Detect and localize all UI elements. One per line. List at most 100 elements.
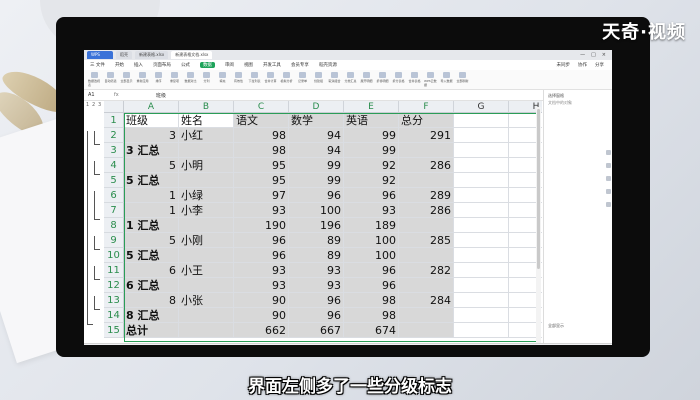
table-cell[interactable]	[399, 173, 454, 188]
row-header[interactable]: 5	[104, 173, 124, 188]
name-box[interactable]: A1	[84, 92, 114, 98]
column-header[interactable]: E	[344, 101, 399, 113]
table-cell[interactable]: 总计	[124, 323, 179, 338]
table-cell[interactable]: 96	[289, 308, 344, 323]
toolbar-button[interactable]: 全部刷新	[456, 72, 469, 83]
row-header[interactable]: 6	[104, 188, 124, 203]
menu-item[interactable]: 页面布局	[153, 62, 171, 68]
column-header[interactable]: C	[234, 101, 289, 113]
table-cell[interactable]: 5 汇总	[124, 248, 179, 263]
toolbar-button[interactable]: 下拉列表	[248, 72, 261, 83]
table-cell[interactable]: 99	[344, 143, 399, 158]
select-icon[interactable]	[606, 176, 611, 181]
formula-input[interactable]: 班级	[154, 92, 166, 99]
menu-item[interactable]: 开始	[115, 62, 124, 68]
table-cell[interactable]	[454, 218, 509, 233]
table-cell[interactable]: 小李	[179, 203, 234, 218]
toolbar-button[interactable]: 导入数据	[440, 72, 453, 83]
table-cell[interactable]: 99	[289, 173, 344, 188]
table-cell[interactable]	[179, 323, 234, 338]
menu-item[interactable]: 开发工具	[263, 62, 281, 68]
table-cell[interactable]: 98	[234, 128, 289, 143]
sheet-tab[interactable]: Sheet1	[84, 345, 108, 346]
column-header[interactable]: G	[454, 101, 509, 113]
table-cell[interactable]: 小王	[179, 263, 234, 278]
table-cell[interactable]: 96	[234, 233, 289, 248]
menu-item[interactable]: 插入	[134, 62, 143, 68]
toolbar-button[interactable]: 全部显示	[120, 72, 133, 83]
outline-level-button[interactable]: 2	[92, 102, 95, 108]
toolbar-button[interactable]: 重新应用	[136, 72, 149, 83]
menu-right-item[interactable]: 分享	[595, 62, 604, 68]
toolbar-button[interactable]: 数据透视表	[88, 72, 101, 87]
toolbar-button[interactable]: 拆分表格	[392, 72, 405, 83]
menu-item[interactable]: 会员专享	[291, 62, 309, 68]
table-cell[interactable]: 662	[234, 323, 289, 338]
table-cell[interactable]: 285	[399, 233, 454, 248]
row-header[interactable]: 12	[104, 278, 124, 293]
show-all-button[interactable]: 全部显示	[548, 323, 564, 329]
table-cell[interactable]: 93	[344, 203, 399, 218]
shape-icon[interactable]	[606, 150, 611, 155]
table-cell[interactable]: 89	[289, 233, 344, 248]
select-all-corner[interactable]	[104, 101, 124, 113]
fx-icon[interactable]: fx	[114, 92, 154, 98]
table-cell[interactable]: 94	[289, 128, 344, 143]
toolbar-button[interactable]: 展开明细	[360, 72, 373, 83]
table-cell[interactable]: 96	[344, 278, 399, 293]
table-cell[interactable]: 1	[124, 188, 179, 203]
toolbar-button[interactable]: 分列	[200, 72, 213, 83]
sheet-tab[interactable]: Sheet2	[108, 345, 132, 346]
table-cell[interactable]: 98	[344, 308, 399, 323]
toolbar-button[interactable]: 合并表格	[408, 72, 421, 83]
close-icon[interactable]: ×	[602, 52, 606, 58]
table-cell[interactable]	[454, 308, 509, 323]
toolbar-button[interactable]: 填充	[216, 72, 229, 83]
table-cell[interactable]: 99	[289, 158, 344, 173]
row-header[interactable]: 9	[104, 233, 124, 248]
toolbar-button[interactable]: 排序	[152, 72, 165, 83]
table-cell[interactable]: 289	[399, 188, 454, 203]
table-cell[interactable]: 100	[344, 248, 399, 263]
toolbar-button[interactable]: 取消组合	[328, 72, 341, 83]
table-cell[interactable]: 6 汇总	[124, 278, 179, 293]
table-cell[interactable]: 93	[234, 203, 289, 218]
table-cell[interactable]: 小明	[179, 158, 234, 173]
table-cell[interactable]: 89	[289, 248, 344, 263]
toolbar-button[interactable]: 模拟分析	[280, 72, 293, 83]
tab-docer[interactable]: 稻壳	[116, 51, 132, 59]
menu-right-item[interactable]: 未同步	[557, 62, 571, 68]
table-cell[interactable]	[454, 248, 509, 263]
table-cell[interactable]: 90	[234, 293, 289, 308]
table-cell[interactable]: 英语	[344, 113, 399, 128]
table-cell[interactable]: 5 汇总	[124, 173, 179, 188]
outline-group-bracket[interactable]	[94, 236, 100, 250]
table-cell[interactable]: 282	[399, 263, 454, 278]
table-cell[interactable]	[454, 233, 509, 248]
maximize-icon[interactable]: □	[591, 52, 596, 58]
table-cell[interactable]	[454, 158, 509, 173]
table-cell[interactable]: 190	[234, 218, 289, 233]
table-cell[interactable]: 5	[124, 233, 179, 248]
property-icon[interactable]	[606, 189, 611, 194]
table-cell[interactable]: 95	[234, 173, 289, 188]
table-cell[interactable]: 8 汇总	[124, 308, 179, 323]
table-cell[interactable]: 1	[124, 203, 179, 218]
table-cell[interactable]: 93	[289, 278, 344, 293]
table-cell[interactable]: 1 汇总	[124, 218, 179, 233]
toolbar-button[interactable]: 创建组	[312, 72, 325, 83]
table-cell[interactable]: 291	[399, 128, 454, 143]
outline-group-bracket[interactable]	[94, 131, 100, 145]
table-cell[interactable]: 5	[124, 158, 179, 173]
tab-wps-home[interactable]: WPS	[87, 51, 113, 59]
row-header[interactable]: 14	[104, 308, 124, 323]
table-cell[interactable]: 100	[289, 203, 344, 218]
menu-item[interactable]: 视图	[244, 62, 253, 68]
toolbar-button[interactable]: 记录单	[296, 72, 309, 83]
table-cell[interactable]: 93	[234, 278, 289, 293]
column-header[interactable]: B	[179, 101, 234, 113]
table-cell[interactable]	[179, 278, 234, 293]
table-cell[interactable]	[454, 113, 509, 128]
table-cell[interactable]: 小刚	[179, 233, 234, 248]
toolbar-button[interactable]: 数据对比	[184, 72, 197, 83]
